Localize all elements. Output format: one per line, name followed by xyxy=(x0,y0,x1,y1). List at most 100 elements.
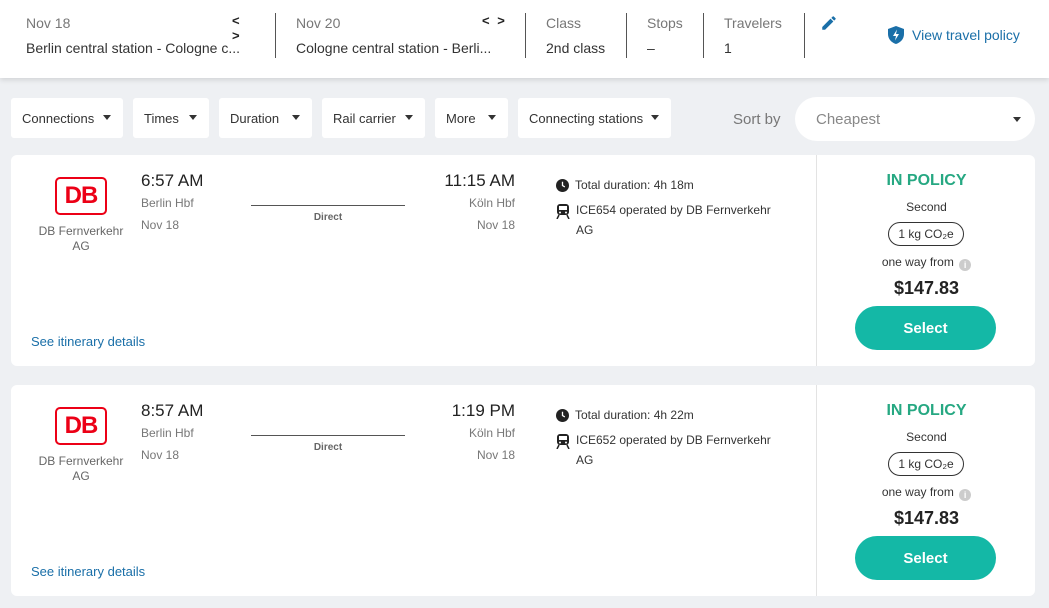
outbound-route: Berlin central station - Cologne c... xyxy=(26,40,240,56)
departure-time: 8:57 AM xyxy=(141,401,204,420)
arrival-time: 11:15 AM xyxy=(444,171,515,190)
see-itinerary-details-link[interactable]: See itinerary details xyxy=(31,334,145,349)
arrival-time: 1:19 PM xyxy=(451,401,515,420)
caret-down-icon xyxy=(292,115,300,120)
divider xyxy=(804,13,805,58)
policy-status: IN POLICY xyxy=(886,172,967,189)
db-logo-icon: DB xyxy=(55,177,107,215)
result-card: DB DB Fernverkehr AG 6:57 AM Berlin Hbf … xyxy=(11,155,1035,366)
db-logo-icon: DB xyxy=(55,407,107,445)
filter-connecting-stations[interactable]: Connecting stations xyxy=(518,98,671,138)
departure-date: Nov 18 xyxy=(141,218,180,232)
sort-select-value: Cheapest xyxy=(816,110,881,128)
clock-icon xyxy=(556,179,569,192)
select-button[interactable]: Select xyxy=(855,306,996,350)
operator-info: ICE652 operated by DB Fernverkehr AG xyxy=(576,433,771,467)
outbound-date-arrows-icon[interactable]: < > xyxy=(232,13,256,43)
class-label: Class xyxy=(546,15,582,31)
result-card: DB DB Fernverkehr AG 8:57 AM Berlin Hbf … xyxy=(11,385,1035,596)
filter-connections[interactable]: Connections xyxy=(11,98,123,138)
route-line xyxy=(251,435,405,436)
view-travel-policy-link[interactable]: View travel policy xyxy=(888,26,1020,44)
caret-down-icon xyxy=(103,115,111,120)
filter-times-label: Times xyxy=(144,110,179,126)
stops-info: Direct xyxy=(313,212,343,223)
class-segment[interactable]: Class 2nd class xyxy=(546,0,626,78)
filter-more[interactable]: More xyxy=(435,98,508,138)
stops-label: Stops xyxy=(647,15,683,31)
return-route: Cologne central station - Berli... xyxy=(296,40,492,56)
filter-connecting-stations-label: Connecting stations xyxy=(529,110,644,126)
arrival-date: Nov 18 xyxy=(476,218,515,232)
price-prefix: one way from i xyxy=(817,255,1036,271)
departure-time: 6:57 AM xyxy=(141,171,204,190)
price-panel: IN POLICY Second 1 kg CO₂e one way from … xyxy=(816,155,1035,366)
departure-station: Berlin Hbf xyxy=(141,196,194,210)
travelers-value: 1 xyxy=(724,40,732,56)
fare-class: Second xyxy=(906,200,947,214)
caret-down-icon xyxy=(189,115,197,120)
sort-by-label: Sort by xyxy=(733,111,781,128)
operator-row: ICE652 operated by DB Fernverkehr AG xyxy=(556,433,786,470)
travelers-segment[interactable]: Travelers 1 xyxy=(724,0,804,78)
filter-more-label: More xyxy=(446,110,476,126)
divider xyxy=(275,13,276,58)
arrival-date: Nov 18 xyxy=(476,448,515,462)
fare-class: Second xyxy=(906,430,947,444)
filter-times[interactable]: Times xyxy=(133,98,209,138)
caret-down-icon xyxy=(405,115,413,120)
price: $147.83 xyxy=(893,508,960,528)
shield-icon xyxy=(888,26,904,44)
filter-duration[interactable]: Duration xyxy=(219,98,312,138)
price-panel: IN POLICY Second 1 kg CO₂e one way from … xyxy=(816,385,1035,596)
filter-connections-label: Connections xyxy=(22,110,95,126)
train-icon xyxy=(556,204,570,219)
filter-rail-carrier-label: Rail carrier xyxy=(333,110,396,126)
co2-badge: 1 kg CO₂e xyxy=(888,452,964,476)
class-value: 2nd class xyxy=(546,40,606,56)
stops-value: – xyxy=(647,40,655,56)
clock-icon xyxy=(556,409,569,422)
edit-pencil-icon[interactable] xyxy=(820,14,838,32)
carrier-name: DB Fernverkehr AG xyxy=(38,224,124,253)
policy-status: IN POLICY xyxy=(886,402,967,419)
operator-row: ICE654 operated by DB Fernverkehr AG xyxy=(556,203,786,240)
total-duration: Total duration: 4h 18m xyxy=(575,178,694,192)
duration-row: Total duration: 4h 22m xyxy=(556,408,785,425)
route-line xyxy=(251,205,405,206)
departure-date: Nov 18 xyxy=(141,448,180,462)
co2-badge: 1 kg CO₂e xyxy=(888,222,964,246)
return-date: Nov 20 xyxy=(296,15,341,31)
duration-row: Total duration: 4h 18m xyxy=(556,178,785,195)
return-segment[interactable]: Nov 20 < > Cologne central station - Ber… xyxy=(296,0,508,78)
info-icon[interactable]: i xyxy=(959,259,972,271)
arrival-station: Köln Hbf xyxy=(468,426,515,440)
select-button[interactable]: Select xyxy=(855,536,996,580)
search-summary-bar: Nov 18 < > Berlin central station - Colo… xyxy=(0,0,1049,78)
stops-info: Direct xyxy=(313,442,343,453)
outbound-segment[interactable]: Nov 18 < > Berlin central station - Colo… xyxy=(26,0,256,78)
travelers-label: Travelers xyxy=(724,15,782,31)
arrival-station: Köln Hbf xyxy=(468,196,515,210)
sort-select[interactable]: Cheapest xyxy=(795,97,1035,141)
filter-rail-carrier[interactable]: Rail carrier xyxy=(322,98,425,138)
carrier-name: DB Fernverkehr AG xyxy=(38,454,124,483)
caret-down-icon xyxy=(651,115,659,120)
return-date-arrows-icon[interactable]: < > xyxy=(482,13,507,28)
caret-down-icon xyxy=(488,115,496,120)
view-travel-policy-label: View travel policy xyxy=(912,27,1020,43)
caret-down-icon xyxy=(1013,117,1021,122)
see-itinerary-details-link[interactable]: See itinerary details xyxy=(31,564,145,579)
operator-info: ICE654 operated by DB Fernverkehr AG xyxy=(576,203,771,237)
price: $147.83 xyxy=(893,278,960,298)
stops-segment[interactable]: Stops – xyxy=(647,0,707,78)
departure-station: Berlin Hbf xyxy=(141,426,194,440)
divider xyxy=(525,13,526,58)
total-duration: Total duration: 4h 22m xyxy=(575,408,694,422)
outbound-date: Nov 18 xyxy=(26,15,71,31)
train-icon xyxy=(556,434,570,449)
filter-duration-label: Duration xyxy=(230,110,280,126)
info-icon[interactable]: i xyxy=(959,489,972,501)
divider xyxy=(626,13,627,58)
price-prefix: one way from i xyxy=(817,485,1036,501)
